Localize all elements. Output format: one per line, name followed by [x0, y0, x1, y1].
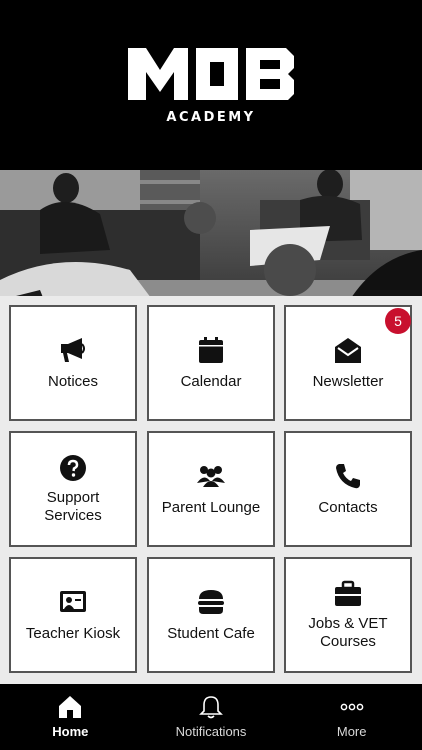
tile-label: Parent Lounge: [161, 499, 261, 516]
tile-label: Newsletter: [312, 373, 384, 390]
tile-label: Calendar: [180, 373, 242, 390]
envelope-open-icon: [335, 338, 361, 363]
bottom-tab-bar: Home Notifications More: [0, 684, 422, 750]
tab-label: Home: [52, 724, 89, 739]
presentation-icon: [60, 591, 86, 612]
tile-teacher-kiosk[interactable]: Teacher Kiosk: [9, 557, 137, 673]
tile-label: Teacher Kiosk: [25, 625, 121, 642]
briefcase-icon: [335, 580, 361, 606]
tile-label: Notices: [47, 373, 99, 390]
app-header: ACADEMY: [0, 0, 422, 170]
tab-label: More: [336, 724, 367, 739]
tile-student-cafe[interactable]: Student Cafe: [147, 557, 275, 673]
tile-label: Jobs & VET Courses: [308, 615, 388, 650]
logo-subtitle: ACADEMY: [166, 110, 256, 125]
newsletter-unread-badge: 5: [385, 308, 411, 334]
question-circle-icon: [60, 455, 86, 481]
megaphone-icon: [61, 338, 85, 362]
tab-more[interactable]: More: [281, 684, 422, 750]
more-dots-icon: [340, 703, 364, 711]
tab-notifications[interactable]: Notifications: [141, 684, 282, 750]
home-icon: [59, 696, 82, 718]
calendar-icon: [199, 337, 223, 363]
burger-icon: [198, 590, 224, 614]
users-group-icon: [197, 466, 225, 487]
tile-label: Contacts: [318, 499, 378, 516]
phone-icon: [336, 464, 360, 489]
tile-jobs-vet-courses[interactable]: Jobs & VET Courses: [284, 557, 412, 673]
tile-contacts[interactable]: Contacts: [284, 431, 412, 547]
tile-label: Support Services: [44, 489, 102, 524]
tile-support-services[interactable]: Support Services: [9, 431, 137, 547]
bell-icon: [199, 696, 223, 719]
tile-parent-lounge[interactable]: Parent Lounge: [147, 431, 275, 547]
tab-label: Notifications: [175, 724, 247, 739]
mob-logo: [128, 48, 294, 100]
tile-label: Student Cafe: [167, 625, 255, 642]
tile-notices[interactable]: Notices: [9, 305, 137, 421]
tile-calendar[interactable]: Calendar: [147, 305, 275, 421]
tab-home[interactable]: Home: [0, 684, 141, 750]
